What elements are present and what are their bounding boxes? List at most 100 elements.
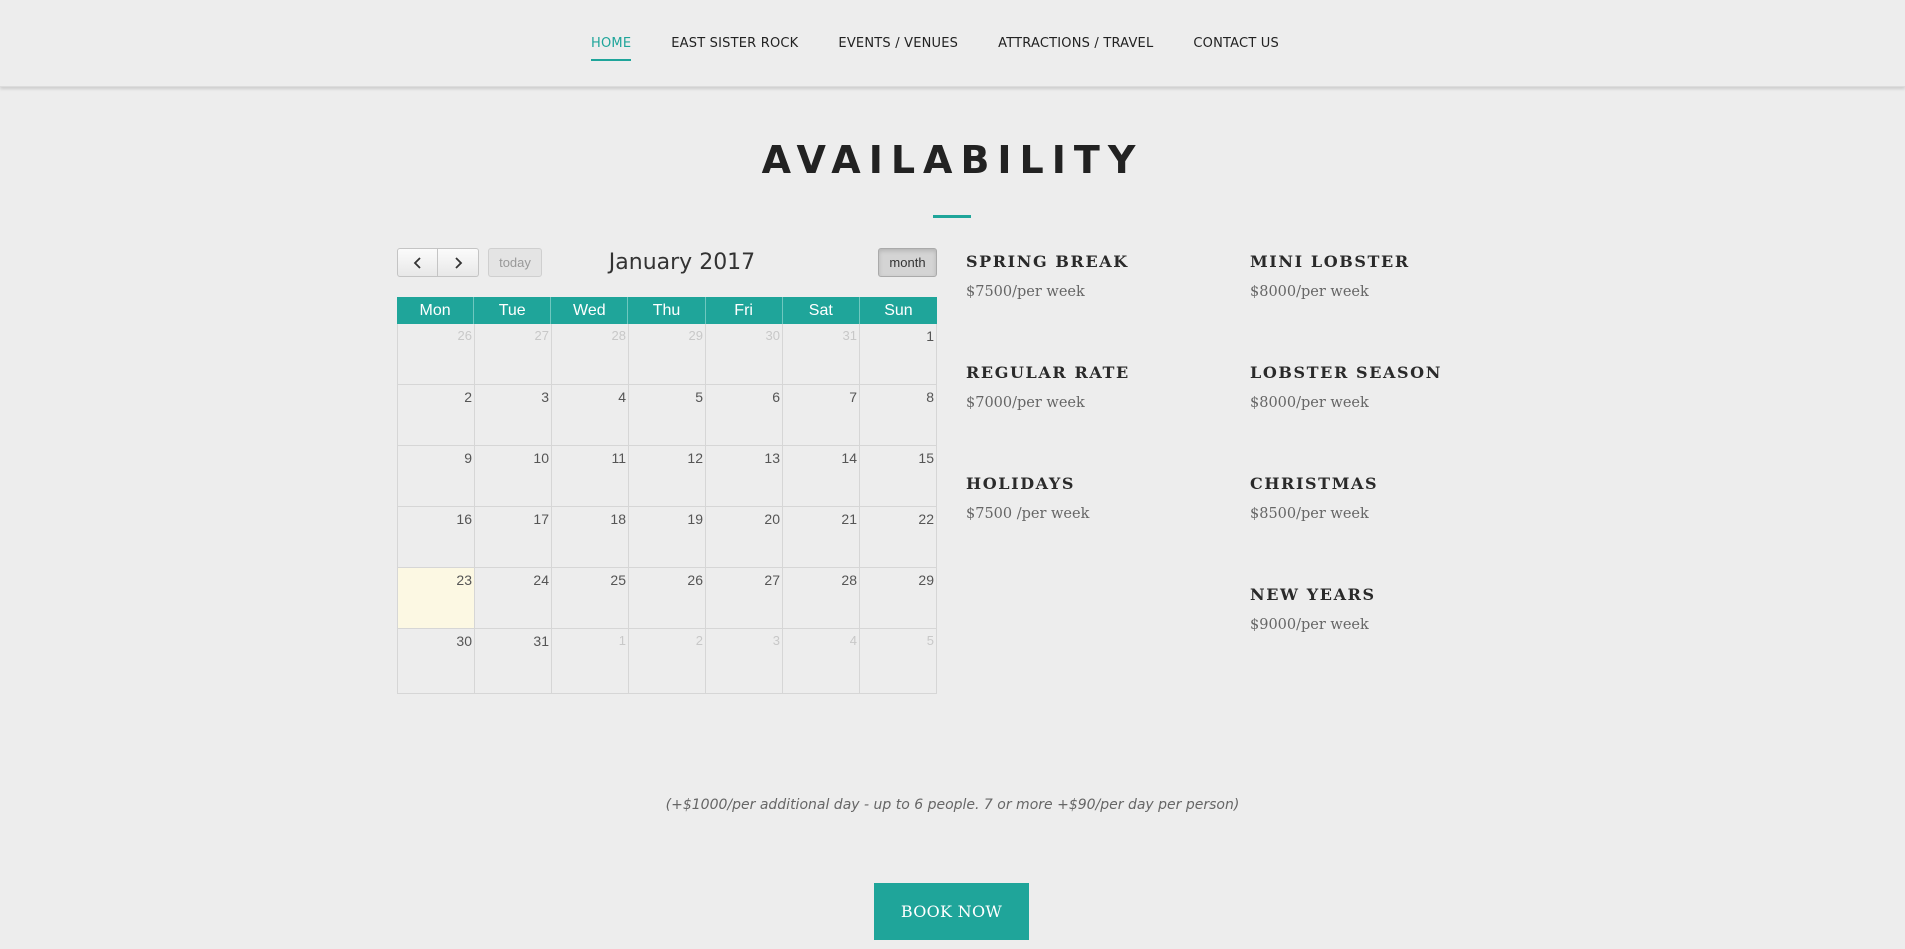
rate-name: MINI LOBSTER: [1250, 252, 1410, 271]
calendar-day-cell[interactable]: 2: [398, 385, 475, 445]
calendar-week-row: 26 27 28 29 30 31 1: [398, 324, 937, 385]
calendar-day-cell[interactable]: 11: [552, 446, 629, 506]
calendar-day-cell[interactable]: 25: [552, 568, 629, 628]
calendar-day-cell[interactable]: 31: [475, 629, 552, 693]
rate-price: $8000/per week: [1250, 284, 1369, 300]
calendar-grid: Mon Tue Wed Thu Fri Sat Sun 26 27 28 29 30 31 1 2 3 4 5 6…: [397, 297, 937, 694]
weekday-header-fri: Fri: [706, 297, 783, 324]
calendar-week-row: 9 10 11 12 13 14 15: [398, 446, 937, 507]
calendar-day-cell[interactable]: 2: [629, 629, 706, 693]
rate-price: $8000/per week: [1250, 395, 1369, 411]
calendar-day-cell[interactable]: 16: [398, 507, 475, 567]
nav-item-east-sister-rock[interactable]: EAST SISTER ROCK: [671, 30, 798, 57]
title-divider: [933, 215, 971, 218]
calendar-day-cell[interactable]: 3: [475, 385, 552, 445]
rate-new-years: NEW YEARS $9000/per week: [1250, 585, 1510, 635]
calendar-day-today[interactable]: 23: [398, 568, 475, 628]
additional-day-note: (+$1000/per additional day - up to 6 peo…: [665, 797, 1240, 813]
calendar-day-cell[interactable]: 29: [860, 568, 937, 628]
calendar-day-cell[interactable]: 9: [398, 446, 475, 506]
calendar-day-cell[interactable]: 15: [860, 446, 937, 506]
calendar-day-cell[interactable]: 12: [629, 446, 706, 506]
calendar-day-cell[interactable]: 4: [552, 385, 629, 445]
calendar-day-cell[interactable]: 13: [706, 446, 783, 506]
calendar-day-cell[interactable]: 1: [860, 324, 937, 384]
calendar-day-cell[interactable]: 10: [475, 446, 552, 506]
calendar-day-cell[interactable]: 5: [629, 385, 706, 445]
prev-next-button-group: [397, 248, 479, 277]
calendar-week-row: 16 17 18 19 20 21 22: [398, 507, 937, 568]
book-now-button[interactable]: BOOK NOW: [874, 883, 1029, 940]
calendar-day-cell[interactable]: 5: [860, 629, 937, 693]
calendar-day-cell[interactable]: 4: [783, 629, 860, 693]
next-month-button[interactable]: [438, 248, 479, 277]
rate-name: SPRING BREAK: [966, 252, 1129, 271]
today-button[interactable]: today: [488, 248, 542, 277]
rate-price: $7000/per week: [966, 395, 1085, 411]
calendar-day-cell[interactable]: 30: [398, 629, 475, 693]
weekday-header-wed: Wed: [551, 297, 629, 324]
calendar-day-cell[interactable]: 28: [552, 324, 629, 384]
calendar-month-title: January 2017: [608, 250, 756, 275]
calendar-day-cell[interactable]: 18: [552, 507, 629, 567]
rate-name: CHRISTMAS: [1250, 474, 1379, 493]
calendar-day-cell[interactable]: 29: [629, 324, 706, 384]
rate-name: REGULAR RATE: [966, 363, 1130, 382]
calendar-day-cell[interactable]: 21: [783, 507, 860, 567]
nav-item-attractions-travel[interactable]: ATTRACTIONS / TRAVEL: [998, 30, 1153, 57]
prev-month-button[interactable]: [397, 248, 438, 277]
calendar-day-cell[interactable]: 1: [552, 629, 629, 693]
calendar-week-row: 2345678: [398, 385, 937, 446]
rate-name: NEW YEARS: [1250, 585, 1376, 604]
calendar-day-cell[interactable]: 28: [783, 568, 860, 628]
calendar-day-cell[interactable]: 30: [706, 324, 783, 384]
month-view-button[interactable]: month: [878, 248, 937, 277]
rate-lobster-season: LOBSTER SEASON $8000/per week: [1250, 363, 1510, 413]
calendar-week-row: 30 31 1 2 3 4 5: [398, 629, 937, 694]
weekday-header-mon: Mon: [397, 297, 475, 324]
main-nav: HOME EAST SISTER ROCK EVENTS / VENUES ATTRA…: [591, 0, 1279, 87]
calendar-day-cell[interactable]: 3: [706, 629, 783, 693]
weekday-header-tue: Tue: [474, 297, 552, 324]
chevron-right-icon: [455, 256, 463, 269]
nav-item-contact-us[interactable]: CONTACT US: [1193, 30, 1279, 57]
rate-price: $7500/per week: [966, 284, 1085, 300]
rate-name: HOLIDAYS: [966, 474, 1076, 493]
rate-price: $7500 /per week: [966, 506, 1090, 522]
calendar-day-cell[interactable]: 24: [475, 568, 552, 628]
top-navbar: HOME EAST SISTER ROCK EVENTS / VENUES ATTRA…: [0, 0, 1905, 87]
calendar-day-cell[interactable]: 22: [860, 507, 937, 567]
rate-mini-lobster: MINI LOBSTER $8000/per week: [1250, 252, 1510, 302]
calendar-day-cell[interactable]: 7: [783, 385, 860, 445]
weekday-header-sat: Sat: [783, 297, 860, 324]
rate-spring-break: SPRING BREAK $7500/per week: [966, 252, 1226, 302]
calendar-toolbar: today January 2017 month: [397, 248, 937, 278]
calendar-week-row: 23 24 25 26 27 28 29: [398, 568, 937, 629]
rate-holidays: HOLIDAYS $7500 /per week: [966, 474, 1226, 524]
weekday-header-sun: Sun: [884, 302, 913, 319]
chevron-left-icon: [413, 256, 421, 269]
calendar-day-cell[interactable]: 31: [783, 324, 860, 384]
calendar-weekday-header: Mon Tue Wed Thu Fri Sat Sun: [397, 297, 937, 324]
nav-item-events-venues[interactable]: EVENTS / VENUES: [838, 30, 958, 57]
rate-price: $8500/per week: [1250, 506, 1369, 522]
availability-calendar: today January 2017 month Mon Tue Wed Thu Fri…: [397, 248, 937, 694]
calendar-day-cell[interactable]: 17: [475, 507, 552, 567]
calendar-day-cell[interactable]: 8: [860, 385, 937, 445]
calendar-day-cell[interactable]: 6: [706, 385, 783, 445]
calendar-day-cell[interactable]: 26: [629, 568, 706, 628]
calendar-day-cell[interactable]: 20: [706, 507, 783, 567]
rate-price: $9000/per week: [1250, 617, 1369, 633]
calendar-body: 26 27 28 29 30 31 1 2 3 4 5 6 7 8 9 10 11 12 13 14 15 16 17 18 1…: [397, 324, 937, 694]
rate-christmas: CHRISTMAS $8500/per week: [1250, 474, 1510, 524]
weekday-header-thu: Thu: [628, 297, 706, 324]
calendar-day-cell[interactable]: 26: [398, 324, 475, 384]
rate-regular-rate: REGULAR RATE $7000/per week: [966, 363, 1226, 413]
calendar-day-cell[interactable]: 14: [783, 446, 860, 506]
nav-item-home[interactable]: HOME: [591, 30, 632, 61]
calendar-day-cell[interactable]: 27: [475, 324, 552, 384]
calendar-day-cell[interactable]: 19: [629, 507, 706, 567]
calendar-day-cell[interactable]: 27: [706, 568, 783, 628]
rate-name: LOBSTER SEASON: [1250, 363, 1442, 382]
page-title: AVAILABILITY: [761, 138, 1144, 182]
